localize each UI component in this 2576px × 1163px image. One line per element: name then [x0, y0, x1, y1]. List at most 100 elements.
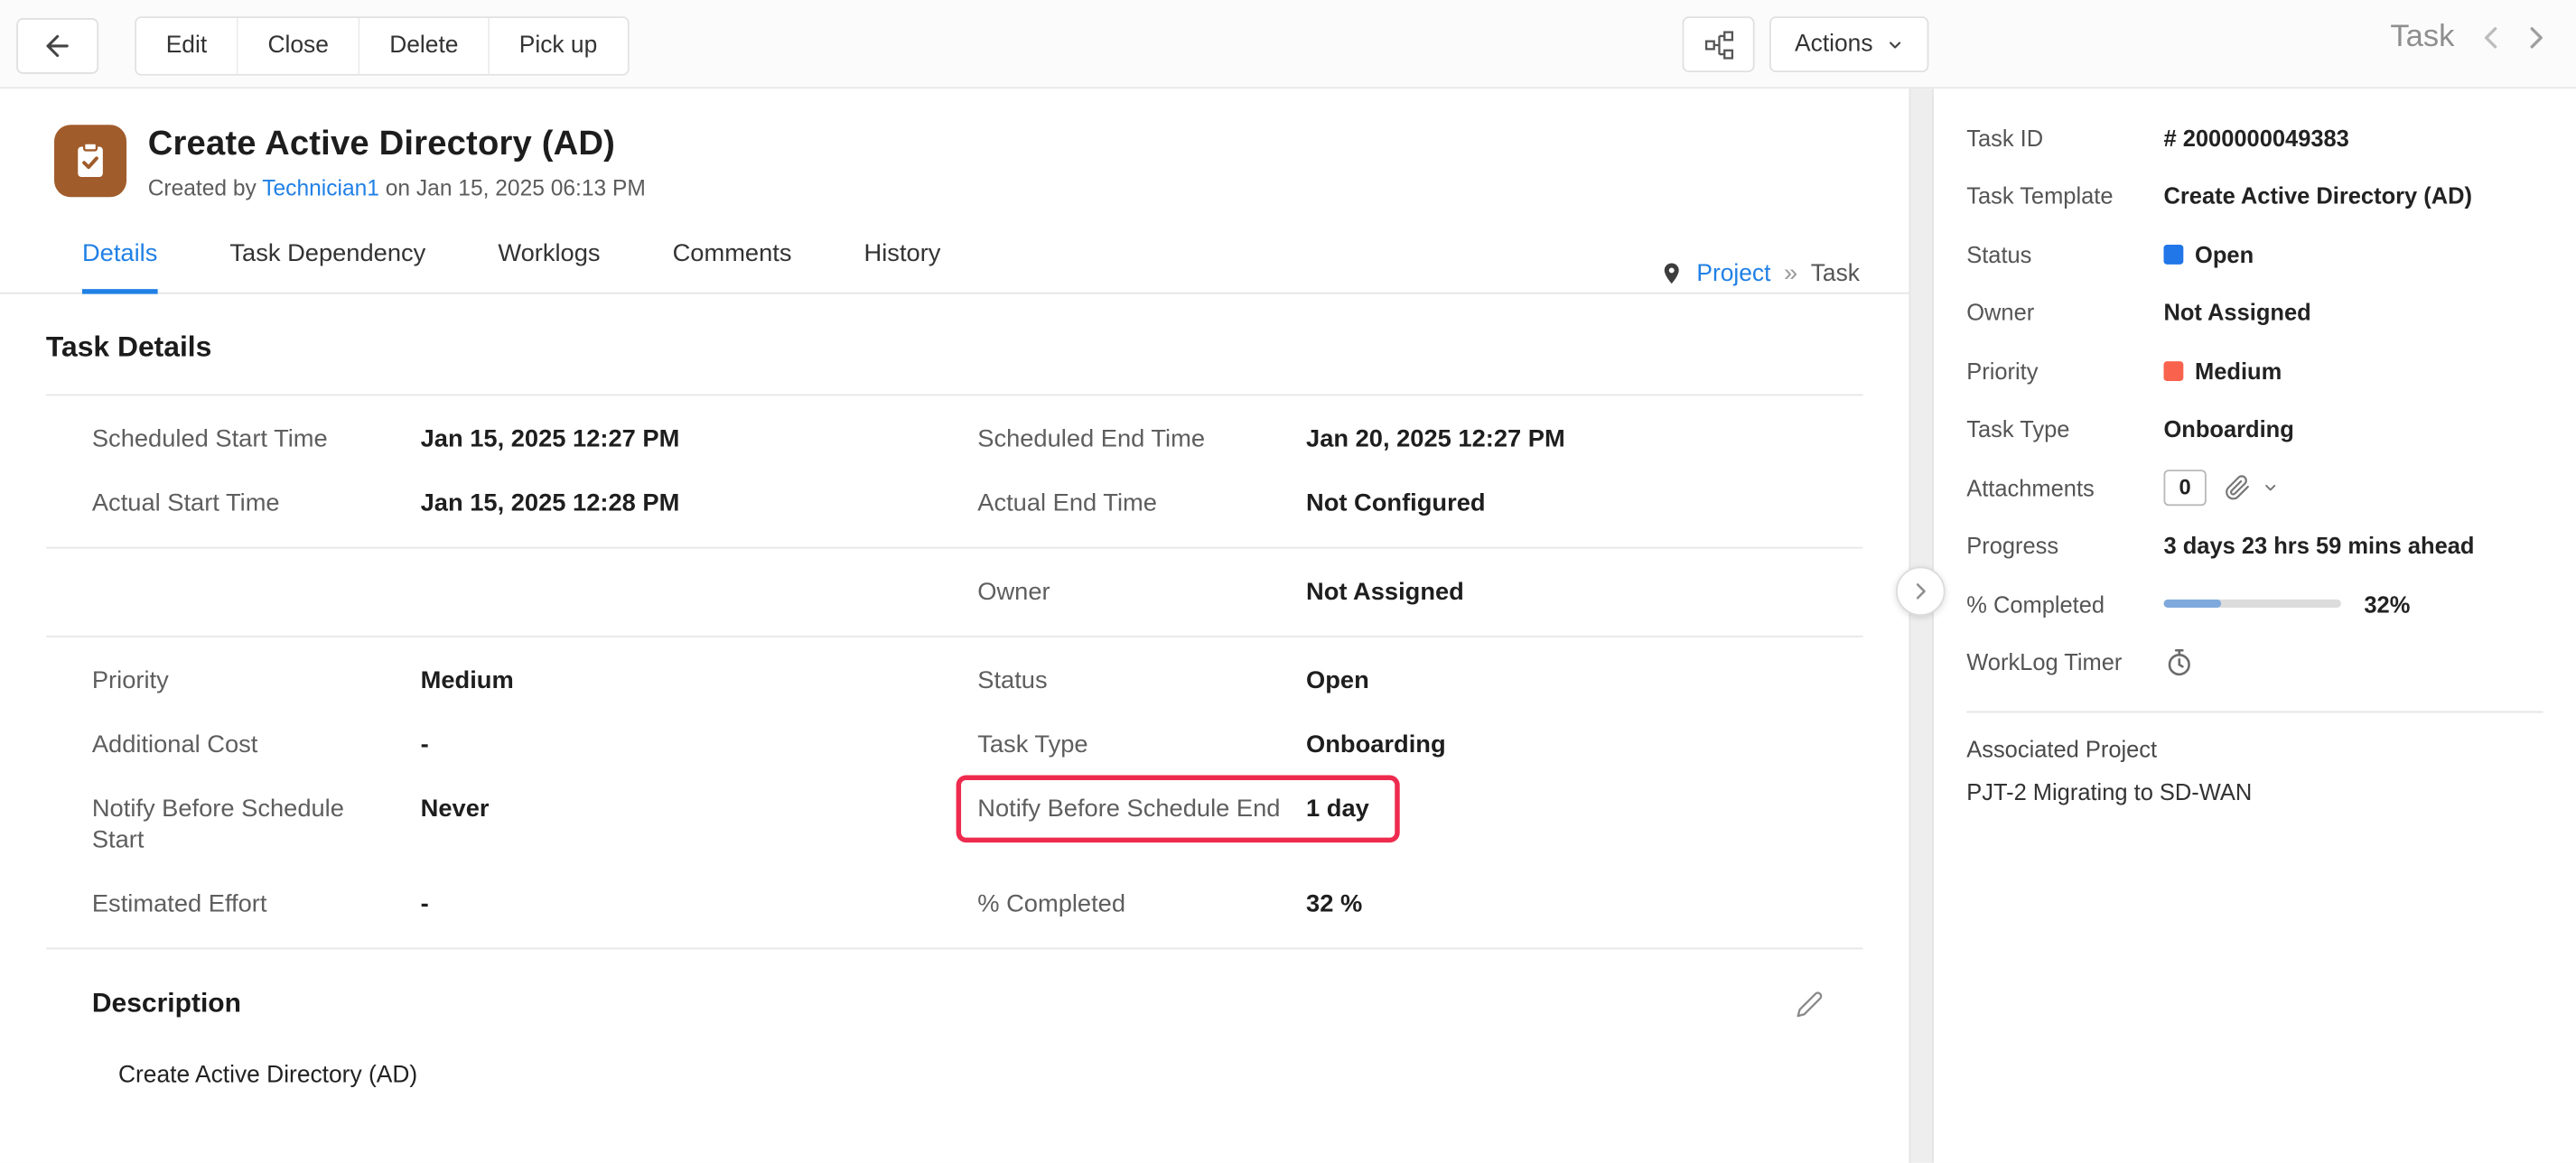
tab-history[interactable]: History: [864, 240, 941, 294]
priority-medium-color-swatch: [2163, 361, 2183, 381]
field-row: Notify Before Schedule Start Never Notif…: [46, 777, 1863, 871]
task-type-value: Onboarding: [2163, 416, 2293, 442]
field-row: Priority Medium Status Open: [46, 648, 1863, 712]
task-title-block: Create Active Directory (AD) Created by …: [148, 125, 646, 200]
sidebar-row-status: Status Open: [1966, 225, 2543, 284]
tab-bar: Details Task Dependency Worklogs Comment…: [0, 240, 1909, 294]
next-task-button[interactable]: [2517, 20, 2553, 56]
scheduled-end-time-field: Scheduled End Time Jan 20, 2025 12:27 PM: [977, 423, 1564, 455]
close-task-button[interactable]: Close: [238, 18, 360, 74]
created-on-text: on Jan 15, 2025 06:13 PM: [386, 176, 646, 200]
sidebar-row-task-template: Task Template Create Active Directory (A…: [1966, 167, 2543, 226]
task-template-label: Task Template: [1966, 182, 2163, 209]
stopwatch-icon[interactable]: [2163, 647, 2195, 678]
actual-end-time-value: Not Configured: [1306, 488, 1486, 519]
scheduled-start-time-value: Jan 15, 2025 12:27 PM: [421, 423, 680, 455]
owner-value: Not Assigned: [2163, 299, 2310, 325]
content-area: Create Active Directory (AD) Created by …: [0, 88, 2576, 1163]
hierarchy-view-button[interactable]: [1683, 16, 1755, 72]
previous-task-button[interactable]: [2474, 20, 2510, 56]
notify-before-schedule-end-value: 1 day: [1306, 794, 1369, 825]
percent-completed-value: 32%: [2364, 591, 2410, 617]
task-template-value: Create Active Directory (AD): [2163, 182, 2472, 209]
delete-button[interactable]: Delete: [359, 18, 490, 74]
progress-label: Progress: [1966, 533, 2163, 559]
scheduled-end-time-label: Scheduled End Time: [977, 423, 1306, 455]
properties-field-group: Priority Medium Status Open Additional C…: [46, 637, 1863, 948]
tab-worklogs[interactable]: Worklogs: [498, 240, 600, 294]
notify-before-schedule-start-value: Never: [421, 794, 490, 825]
associated-project-value[interactable]: PJT-2 Migrating to SD-WAN: [1966, 778, 2543, 805]
priority-field: Priority Medium: [46, 665, 977, 697]
sidebar-row-worklog-timer: WorkLog Timer: [1966, 633, 2543, 692]
sidebar-row-attachments: Attachments 0: [1966, 458, 2543, 516]
percent-completed-label: % Completed: [1966, 591, 2163, 617]
tab-comments[interactable]: Comments: [673, 240, 792, 294]
panel-gap: [1910, 88, 1932, 1163]
status-label: Status: [1966, 241, 2163, 267]
back-button[interactable]: [16, 18, 98, 74]
owner-value: Not Assigned: [1306, 576, 1464, 608]
collapse-sidebar-button[interactable]: [1896, 567, 1946, 617]
percent-completed-field: % Completed 32 %: [977, 889, 1362, 920]
description-section: Description Create Active Directory (AD): [46, 949, 1863, 1138]
actions-menu-button[interactable]: Actions: [1770, 16, 1929, 72]
breadcrumb: Project » Task: [1659, 259, 1860, 287]
field-row: Estimated Effort - % Completed 32 %: [46, 872, 1863, 936]
task-id-value: # 2000000049383: [2163, 125, 2348, 151]
priority-value: Medium: [421, 665, 514, 697]
module-title: Task: [2390, 20, 2454, 56]
sidebar-divider: [1966, 712, 2543, 713]
sidebar-row-task-id: Task ID # 2000000049383: [1966, 108, 2543, 167]
pickup-button[interactable]: Pick up: [490, 18, 627, 74]
breadcrumb-project-link[interactable]: Project: [1696, 260, 1770, 286]
notify-before-schedule-start-field: Notify Before Schedule Start Never: [46, 794, 977, 856]
attachments-count[interactable]: 0: [2163, 470, 2206, 506]
sidebar-row-progress: Progress 3 days 23 hrs 59 mins ahead: [1966, 516, 2543, 575]
created-by-link[interactable]: Technician1: [262, 176, 379, 200]
attachments-label: Attachments: [1966, 474, 2163, 500]
additional-cost-field: Additional Cost -: [46, 730, 977, 761]
created-by-line: Created by Technician1 on Jan 15, 2025 0…: [148, 176, 646, 200]
owner-field-group: Owner Not Assigned: [46, 549, 1863, 636]
edit-button[interactable]: Edit: [136, 18, 238, 74]
percent-completed-progress-fill: [2163, 600, 2220, 608]
back-arrow-icon: [41, 30, 73, 62]
additional-cost-value: -: [421, 730, 429, 761]
edit-description-button[interactable]: [1796, 991, 1824, 1019]
scheduled-end-time-value: Jan 20, 2025 12:27 PM: [1306, 423, 1565, 455]
breadcrumb-separator: »: [1784, 259, 1797, 287]
progress-value: 3 days 23 hrs 59 mins ahead: [2163, 533, 2474, 559]
actual-start-time-value: Jan 15, 2025 12:28 PM: [421, 488, 680, 519]
task-type-label: Task Type: [1966, 416, 2163, 442]
attachments-chevron-down-icon[interactable]: [2263, 479, 2279, 496]
percent-completed-label: % Completed: [977, 889, 1306, 920]
task-action-button-group: Edit Close Delete Pick up: [135, 16, 629, 75]
priority-label: Priority: [92, 665, 421, 697]
topbar: Edit Close Delete Pick up Actions Task: [0, 0, 2576, 88]
task-clipboard-icon: [54, 125, 126, 197]
task-type-field: Task Type Onboarding: [977, 730, 1445, 761]
field-row: Owner Not Assigned: [46, 560, 1863, 624]
status-value: Open: [1306, 665, 1369, 697]
additional-cost-label: Additional Cost: [92, 730, 421, 761]
description-content: Create Active Directory (AD): [46, 1063, 1863, 1089]
owner-label: Owner: [1966, 299, 2163, 325]
estimated-effort-value: -: [421, 889, 429, 920]
chevron-down-icon: [1886, 35, 1904, 53]
field-row: Scheduled Start Time Jan 15, 2025 12:27 …: [46, 407, 1863, 471]
paperclip-icon[interactable]: [2225, 474, 2251, 500]
notify-before-schedule-start-label: Notify Before Schedule Start: [92, 794, 421, 856]
estimated-effort-field: Estimated Effort -: [46, 889, 977, 920]
tab-task-dependency[interactable]: Task Dependency: [229, 240, 425, 294]
task-pagination: Task: [2390, 20, 2553, 56]
status-label: Status: [977, 665, 1306, 697]
pencil-icon: [1796, 991, 1824, 1019]
status-value: Open: [2163, 241, 2254, 267]
sidebar-row-priority: Priority Medium: [1966, 341, 2543, 400]
tab-details[interactable]: Details: [82, 240, 157, 294]
schedule-field-group: Scheduled Start Time Jan 15, 2025 12:27 …: [46, 395, 1863, 546]
actions-menu-label: Actions: [1795, 32, 1873, 58]
worklog-timer-label: WorkLog Timer: [1966, 649, 2163, 675]
attachments-value: 0: [2163, 470, 2278, 506]
